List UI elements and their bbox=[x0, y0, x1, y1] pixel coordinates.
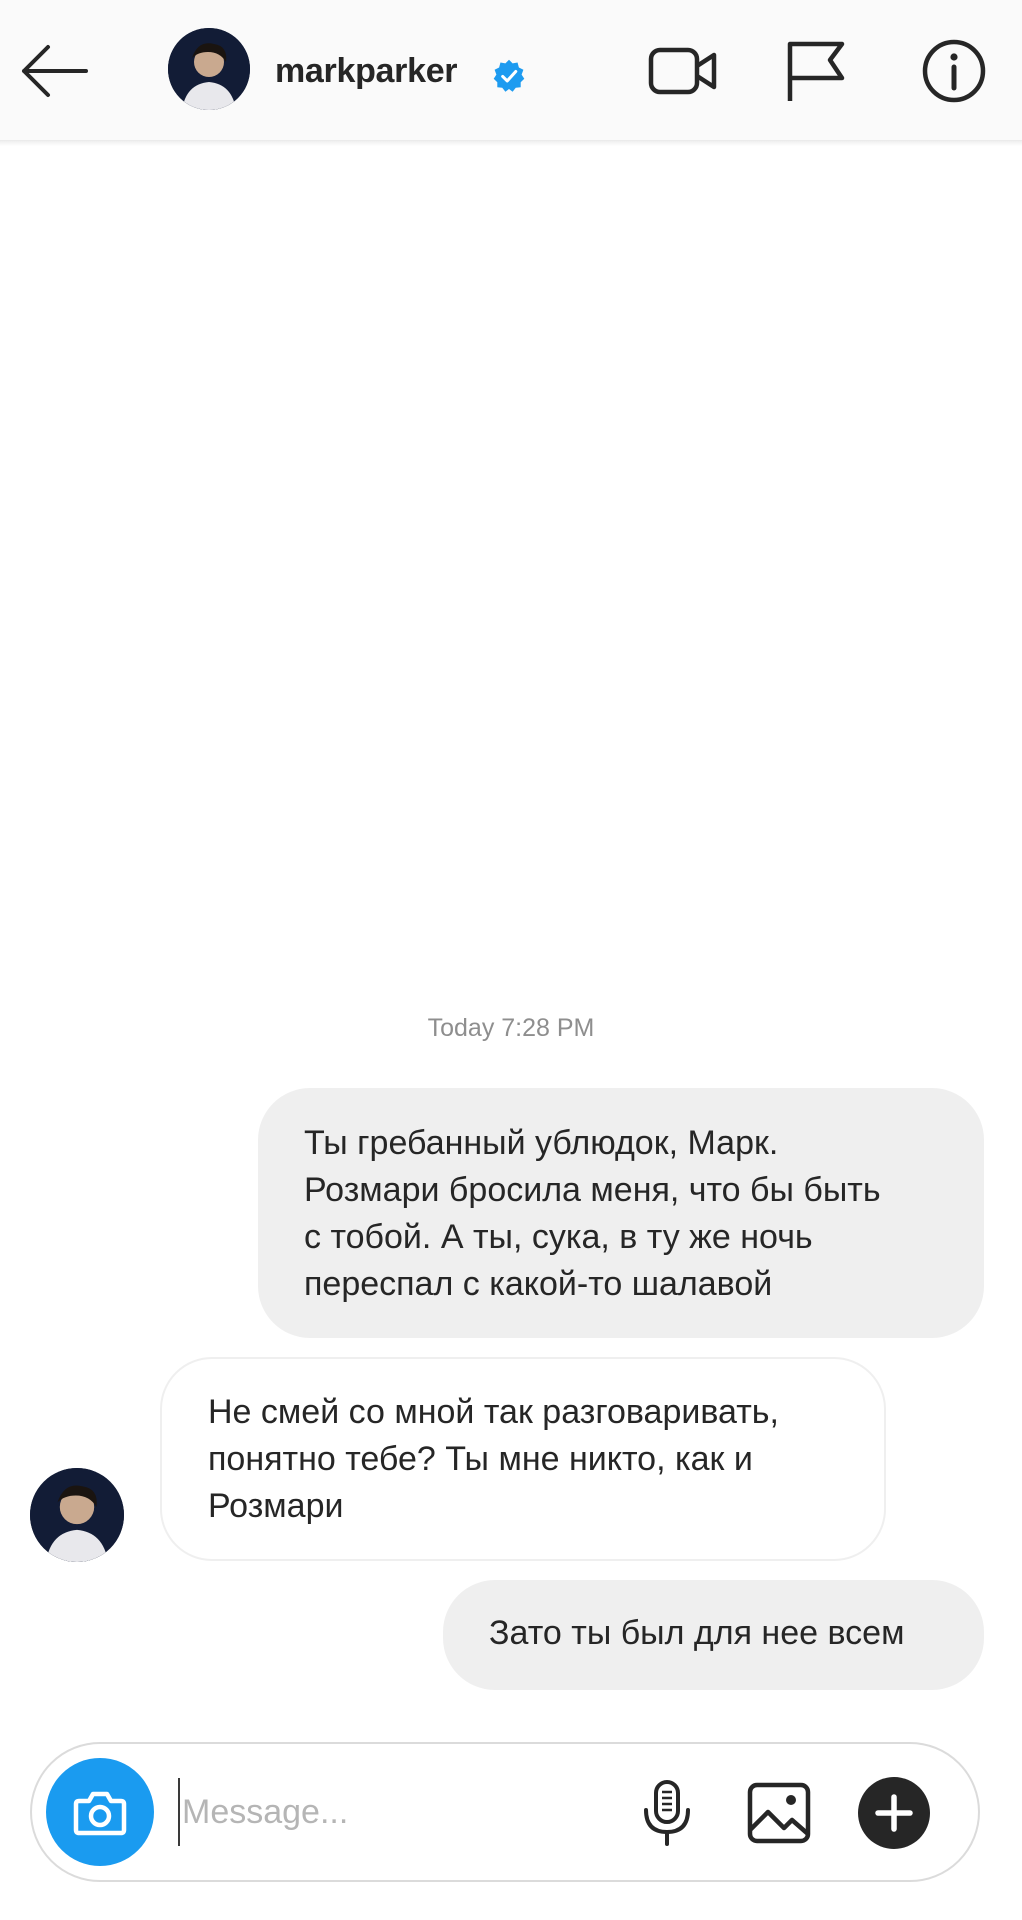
message-input[interactable] bbox=[178, 1778, 642, 1846]
video-call-button[interactable] bbox=[646, 36, 722, 106]
camera-icon bbox=[73, 1791, 127, 1836]
profile-avatar[interactable] bbox=[168, 28, 250, 110]
info-icon bbox=[922, 39, 986, 103]
outgoing-message[interactable]: Ты гребанный ублюдок, Марк. Розмари брос… bbox=[258, 1088, 984, 1338]
video-camera-icon bbox=[648, 47, 717, 95]
info-button[interactable] bbox=[916, 36, 992, 106]
report-flag-button[interactable] bbox=[778, 36, 854, 106]
chat-timestamp: Today 7:28 PM bbox=[427, 1014, 595, 1042]
message-line: Зато ты был для нее всем bbox=[489, 1614, 905, 1652]
chat-header: markparker bbox=[0, 0, 1022, 141]
sender-avatar[interactable] bbox=[30, 1468, 124, 1562]
message-line: понятно тебе? Ты мне никто, как и bbox=[208, 1440, 753, 1478]
plus-icon bbox=[875, 1794, 913, 1832]
outgoing-message[interactable]: Зато ты был для нее всем bbox=[443, 1580, 984, 1690]
avatar-photo bbox=[30, 1468, 124, 1562]
flag-icon bbox=[787, 41, 845, 101]
message-composer bbox=[30, 1742, 980, 1882]
message-line: Не смей со мной так разговаривать, bbox=[208, 1393, 779, 1431]
arrow-left-icon bbox=[22, 45, 88, 97]
gallery-button[interactable] bbox=[744, 1778, 814, 1848]
message-line: Розмари бросила меня, что бы быть bbox=[304, 1171, 881, 1209]
verified-badge-icon bbox=[493, 59, 525, 92]
image-gallery-icon bbox=[747, 1782, 811, 1844]
back-button[interactable] bbox=[14, 36, 94, 106]
avatar-photo bbox=[168, 28, 250, 110]
incoming-message[interactable]: Не смей со мной так разговаривать, понят… bbox=[160, 1357, 886, 1561]
message-line: Розмари bbox=[208, 1487, 344, 1525]
header-shadow bbox=[0, 140, 1022, 146]
voice-message-button[interactable] bbox=[632, 1778, 702, 1848]
microphone-icon bbox=[644, 1780, 690, 1846]
message-line: переспал с какой-то шалавой bbox=[304, 1265, 773, 1303]
message-line: Ты гребанный ублюдок, Марк. bbox=[304, 1124, 779, 1162]
message-line: с тобой. А ты, сука, в ту же ночь bbox=[304, 1218, 813, 1256]
chat-username[interactable]: markparker bbox=[275, 52, 458, 91]
camera-button[interactable] bbox=[46, 1758, 154, 1866]
more-options-button[interactable] bbox=[858, 1777, 930, 1849]
